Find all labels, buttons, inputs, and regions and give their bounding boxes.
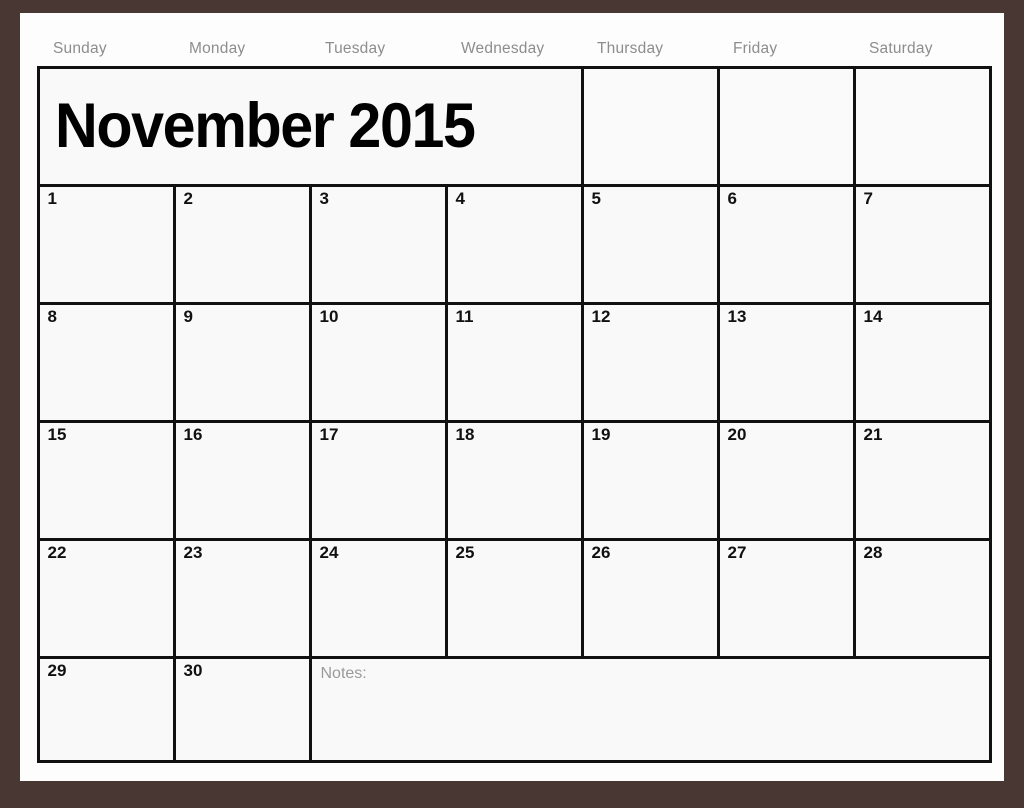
day-number: 11 — [455, 306, 474, 326]
day-header-monday: Monday — [189, 40, 246, 57]
day-cell[interactable]: 27 — [716, 537, 856, 659]
day-number: 16 — [183, 424, 203, 444]
day-number: 20 — [727, 424, 747, 444]
day-number: 24 — [319, 542, 339, 562]
day-number: 27 — [727, 542, 747, 562]
day-cell[interactable]: 8 — [36, 301, 176, 423]
day-cell[interactable]: 11 — [444, 301, 584, 423]
day-number: 18 — [455, 424, 475, 444]
day-number: 8 — [47, 306, 57, 326]
day-cell[interactable]: 22 — [36, 537, 176, 659]
day-number: 12 — [591, 306, 611, 326]
calendar-grid: November 2015 1 2 3 4 5 6 7 8 9 10 11 12… — [36, 65, 992, 767]
day-cell[interactable]: 20 — [716, 419, 856, 541]
day-cell[interactable]: 7 — [852, 183, 992, 305]
day-header-tuesday: Tuesday — [325, 40, 386, 57]
day-cell[interactable]: 10 — [308, 301, 448, 423]
day-number: 1 — [47, 188, 57, 208]
day-number: 4 — [455, 188, 465, 208]
day-number: 28 — [863, 542, 883, 562]
notes-label: Notes: — [320, 664, 367, 682]
day-number: 17 — [319, 424, 339, 444]
day-cell[interactable]: 24 — [308, 537, 448, 659]
day-number: 14 — [863, 306, 883, 326]
day-cell[interactable]: 4 — [444, 183, 584, 305]
calendar-page: Sunday Monday Tuesday Wednesday Thursday… — [20, 13, 1004, 781]
day-cell[interactable]: 17 — [308, 419, 448, 541]
day-of-week-header: Sunday Monday Tuesday Wednesday Thursday… — [38, 29, 990, 69]
day-number: 2 — [183, 188, 193, 208]
calendar-frame: Sunday Monday Tuesday Wednesday Thursday… — [0, 0, 1024, 808]
day-cell[interactable]: 19 — [580, 419, 720, 541]
day-cell[interactable]: 2 — [172, 183, 312, 305]
day-cell[interactable]: 6 — [716, 183, 856, 305]
day-number: 26 — [591, 542, 611, 562]
day-header-saturday: Saturday — [869, 40, 933, 57]
day-number: 22 — [47, 542, 67, 562]
day-number: 10 — [319, 306, 339, 326]
day-cell[interactable]: 15 — [36, 419, 176, 541]
day-cell[interactable]: 9 — [172, 301, 312, 423]
day-cell[interactable]: 14 — [852, 301, 992, 423]
day-cell[interactable]: 12 — [580, 301, 720, 423]
day-cell[interactable]: 29 — [36, 655, 176, 763]
day-header-wednesday: Wednesday — [461, 40, 545, 57]
day-cell[interactable]: 3 — [308, 183, 448, 305]
header-blank-cell-thursday[interactable] — [580, 65, 720, 187]
day-cell[interactable]: 5 — [580, 183, 720, 305]
day-number: 23 — [183, 542, 203, 562]
page-title: November 2015 — [54, 90, 476, 161]
day-cell[interactable]: 25 — [444, 537, 584, 659]
notes-cell[interactable]: Notes: — [308, 655, 992, 763]
day-header-thursday: Thursday — [597, 40, 664, 57]
day-number: 30 — [183, 660, 203, 680]
day-number: 29 — [47, 660, 67, 680]
day-number: 5 — [591, 188, 601, 208]
day-number: 3 — [319, 188, 329, 208]
day-number: 7 — [863, 188, 873, 208]
day-cell[interactable]: 16 — [172, 419, 312, 541]
day-number: 13 — [727, 306, 747, 326]
day-number: 6 — [727, 188, 737, 208]
day-number: 15 — [47, 424, 67, 444]
day-cell[interactable]: 28 — [852, 537, 992, 659]
header-blank-cell-saturday[interactable] — [852, 65, 992, 187]
day-cell[interactable]: 13 — [716, 301, 856, 423]
day-number: 9 — [183, 306, 193, 326]
day-number: 19 — [591, 424, 611, 444]
day-cell[interactable]: 30 — [172, 655, 312, 763]
day-cell[interactable]: 1 — [36, 183, 176, 305]
day-cell[interactable]: 21 — [852, 419, 992, 541]
day-number: 21 — [863, 424, 883, 444]
day-cell[interactable]: 23 — [172, 537, 312, 659]
day-number: 25 — [455, 542, 475, 562]
header-blank-cell-friday[interactable] — [716, 65, 856, 187]
day-cell[interactable]: 18 — [444, 419, 584, 541]
day-header-sunday: Sunday — [53, 40, 107, 57]
day-header-friday: Friday — [733, 40, 778, 57]
day-cell[interactable]: 26 — [580, 537, 720, 659]
month-title-cell: November 2015 — [36, 65, 584, 187]
